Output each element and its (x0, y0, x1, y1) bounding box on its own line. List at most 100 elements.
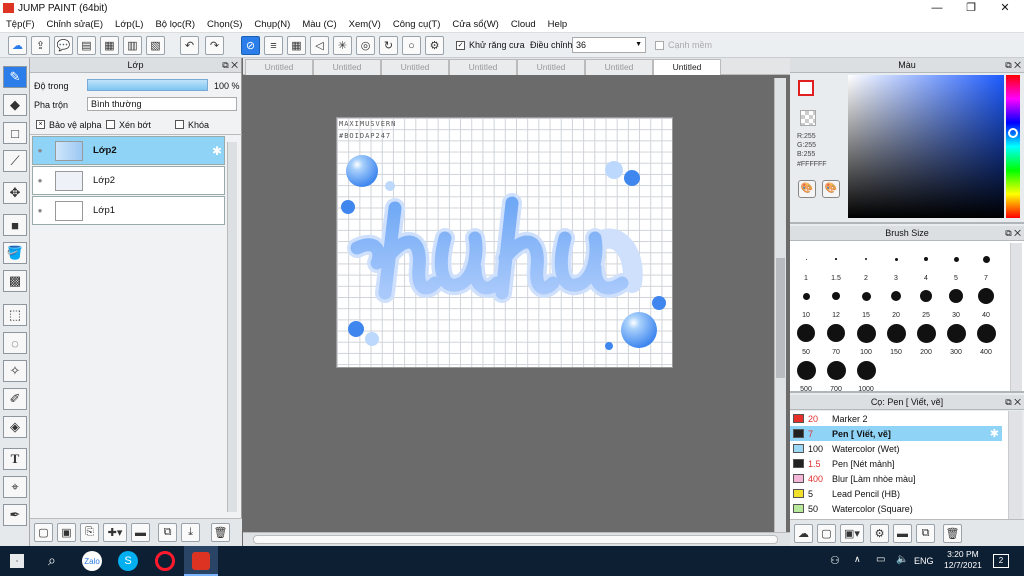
transparent-color[interactable] (800, 110, 816, 126)
snap-off-icon[interactable]: ⊘ (241, 36, 260, 55)
parallel-lines-icon[interactable]: ≡ (264, 36, 283, 55)
brush-size-option[interactable]: 200 (912, 321, 940, 357)
brush-tool-icon[interactable]: ✎ (3, 66, 27, 88)
gradient-tool-icon[interactable]: ▩ (3, 270, 27, 292)
lasso-icon[interactable]: ◌ (3, 332, 27, 354)
brush-item[interactable]: 20 Marker 2 (790, 411, 1002, 426)
add-layer-menu-icon[interactable]: ✚▾ (103, 523, 127, 542)
select-pen-icon[interactable]: ✐ (3, 388, 27, 410)
visibility-icon[interactable]: ● (33, 146, 47, 155)
scroll-thumb[interactable] (253, 535, 778, 544)
people-icon[interactable]: ⚇ (830, 554, 840, 567)
fill-rect-tool-icon[interactable]: ■ (3, 214, 27, 236)
layer-row[interactable]: ● Lớp1 (32, 196, 225, 225)
comment-icon[interactable]: ▤ (77, 36, 96, 55)
brush-menu-icon[interactable]: ▣▾ (840, 524, 864, 543)
layer-row[interactable]: ● Lớp2 ✱ (32, 136, 225, 165)
skype-app-icon[interactable]: S (118, 551, 138, 571)
page-icon[interactable]: ▦ (100, 36, 119, 55)
visibility-icon[interactable]: ● (33, 176, 47, 185)
panel-close-icon[interactable]: ⧉ ✕ (222, 58, 238, 73)
circle-snap-icon[interactable]: ○ (402, 36, 421, 55)
close-button[interactable]: ✕ (988, 0, 1022, 17)
jump-paint-task[interactable] (184, 546, 218, 576)
opacity-slider[interactable] (87, 79, 208, 91)
text-tool-icon[interactable]: T (3, 448, 27, 470)
brush-size-option[interactable]: 2 (852, 247, 880, 283)
export-icon[interactable]: ⇪ (31, 36, 50, 55)
menu-filter[interactable]: Bộ lọc(R) (149, 19, 201, 30)
brush-size-scrollbar[interactable] (1010, 243, 1022, 391)
lock-checkbox[interactable] (175, 120, 184, 129)
bucket-tool-icon[interactable]: 🪣 (3, 242, 27, 264)
menu-help[interactable]: Help (542, 19, 574, 30)
redo-icon[interactable]: ↷ (205, 36, 224, 55)
duplicate-icon[interactable]: ⧉ (916, 524, 935, 543)
antialias-checkbox[interactable]: ✓ (456, 41, 465, 50)
drawing-canvas[interactable]: MAXIMUSVERN #BOIDAP247 huhu (336, 117, 673, 368)
cloud-download-icon[interactable]: ☁ (794, 524, 813, 543)
windows-start-icon[interactable] (10, 554, 24, 568)
settings-icon[interactable]: ⚙ (425, 36, 444, 55)
brush-settings-icon[interactable]: ⚙ (870, 524, 889, 543)
brush-item[interactable]: 7 Pen [ Viết, vẽ] ✱ (790, 426, 1002, 441)
opera-app-icon[interactable] (155, 551, 175, 571)
operation-tool-icon[interactable]: ⌖ (3, 476, 27, 498)
menu-select[interactable]: Chọn(S) (201, 19, 248, 30)
scroll-thumb[interactable] (776, 258, 785, 378)
new-brush-icon[interactable]: ▢ (817, 524, 836, 543)
menu-layer[interactable]: Lớp(L) (109, 19, 149, 30)
notification-icon[interactable]: 2 (993, 554, 1009, 568)
menu-file[interactable]: Tệp(F) (0, 19, 41, 30)
tab-untitled[interactable]: Untitled (585, 59, 653, 75)
tab-untitled[interactable]: Untitled (245, 59, 313, 75)
brush-size-option[interactable]: 10 (792, 284, 820, 320)
brush-size-option[interactable]: 25 (912, 284, 940, 320)
brush-size-option[interactable]: 300 (942, 321, 970, 357)
hue-slider[interactable] (1006, 75, 1020, 218)
speech-bubble-icon[interactable]: 💬 (54, 36, 73, 55)
grid-edit-icon[interactable]: ▧ (146, 36, 165, 55)
layout-icon[interactable]: ▥ (123, 36, 142, 55)
brush-list-scrollbar[interactable] (1008, 411, 1022, 519)
vertical-scrollbar[interactable] (774, 78, 786, 532)
brush-item[interactable]: 400 Blur [Làm nhòe màu] (790, 471, 1002, 486)
brush-size-option[interactable]: 150 (882, 321, 910, 357)
brush-size-option[interactable]: 1.5 (822, 247, 850, 283)
concentric-icon[interactable]: ◎ (356, 36, 375, 55)
line-tool-icon[interactable]: ⟋ (3, 150, 27, 172)
gear-icon[interactable]: ✱ (212, 144, 222, 158)
brush-item[interactable]: 50 Watercolor (Square) (790, 501, 1002, 516)
volume-icon[interactable]: 🔈 (896, 554, 908, 565)
tab-untitled[interactable]: Untitled (449, 59, 517, 75)
palette-icon[interactable]: 🎨 (798, 180, 816, 198)
brush-item[interactable]: 5 Lead Pencil (HB) (790, 486, 1002, 501)
blend-select[interactable]: Bình thường (87, 97, 237, 111)
brush-size-option[interactable]: 30 (942, 284, 970, 320)
brush-item[interactable]: 1.5 Pen [Nét mảnh] (790, 456, 1002, 471)
clip-checkbox[interactable] (106, 120, 115, 129)
trash-icon[interactable]: 🗑 (211, 523, 230, 542)
adjust-select[interactable]: 36 ▼ (572, 37, 646, 53)
brush-size-option[interactable]: 7 (972, 247, 1000, 283)
eraser-tool-icon[interactable]: ◆ (3, 94, 27, 116)
brush-size-option[interactable]: 70 (822, 321, 850, 357)
tab-untitled-active[interactable]: Untitled (653, 59, 721, 75)
brush-size-option[interactable]: 4 (912, 247, 940, 283)
curve-icon[interactable]: ↻ (379, 36, 398, 55)
foreground-color[interactable] (798, 80, 814, 96)
menu-edit[interactable]: Chỉnh sửa(E) (41, 19, 110, 30)
trash-icon[interactable]: 🗑 (943, 524, 962, 543)
zalo-app-icon[interactable]: Zalo (82, 551, 102, 571)
perspective-icon[interactable]: ◁ (310, 36, 329, 55)
eyedropper-icon[interactable]: ✒ (3, 504, 27, 526)
brush-item[interactable]: 100 Watercolor (Wet) (790, 441, 1002, 456)
brush-size-option[interactable]: 1000 (852, 358, 880, 394)
folder-icon[interactable]: ▬ (893, 524, 912, 543)
restore-button[interactable]: ❐ (954, 0, 988, 17)
magic-wand-icon[interactable]: ✧ (3, 360, 27, 382)
select-rect-icon[interactable]: ⬚ (3, 304, 27, 326)
panel-close-icon[interactable]: ⧉ ✕ (1005, 226, 1021, 241)
hue-handle[interactable] (1008, 128, 1018, 138)
brush-size-option[interactable]: 1 (792, 247, 820, 283)
